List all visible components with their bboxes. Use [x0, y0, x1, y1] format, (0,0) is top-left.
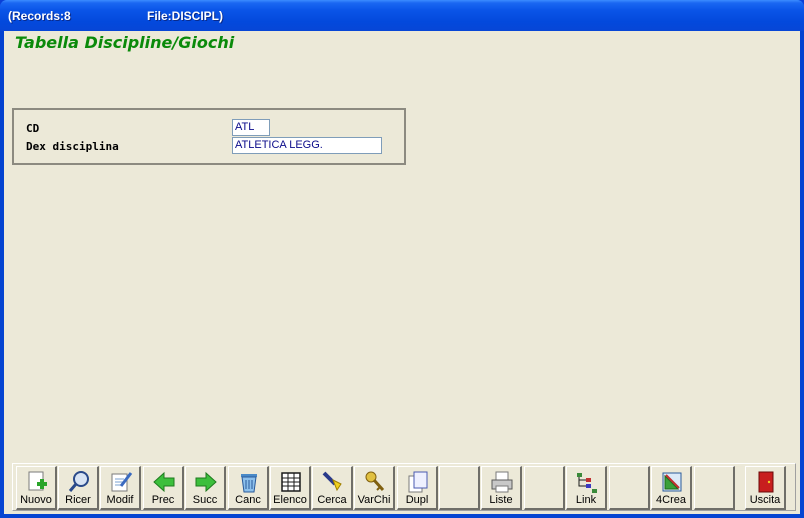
table-icon [281, 472, 301, 492]
arrow-left-icon [153, 471, 175, 493]
nuovo-button[interactable]: Nuovo [16, 466, 57, 510]
dupl-button[interactable]: Dupl [397, 466, 438, 510]
toolbar: Nuovo Ricer Modif Prec Succ Canc Elenco … [12, 463, 796, 511]
tools-icon [662, 472, 682, 492]
ricer-button[interactable]: Ricer [58, 466, 99, 510]
title-bar[interactable]: (Records:8 File:DISCIPL) [0, 0, 804, 31]
prec-label: Prec [151, 494, 175, 506]
printer-icon [491, 471, 513, 493]
trash-icon [241, 474, 257, 493]
empty-button-1[interactable] [439, 466, 480, 510]
prec-button[interactable]: Prec [143, 466, 184, 510]
link-label: Link [575, 494, 597, 506]
cd-field[interactable]: ATL [232, 119, 270, 136]
uscita-button[interactable]: Uscita [745, 466, 786, 510]
4crea-button[interactable]: 4Crea [651, 466, 692, 510]
file-name: File:DISCIPL) [147, 9, 224, 23]
4crea-label: 4Crea [656, 494, 686, 506]
dex-disciplina-label: Dex disciplina [26, 140, 119, 153]
app-window: (Records:8 File:DISCIPL) Tabella Discipl… [0, 0, 804, 518]
cerca-label: Cerca [317, 494, 347, 506]
empty-button-4[interactable] [694, 466, 735, 510]
new-doc-icon [28, 471, 47, 491]
canc-label: Canc [235, 494, 261, 506]
succ-label: Succ [192, 494, 218, 506]
elenco-button[interactable]: Elenco [270, 466, 311, 510]
duplicate-icon [408, 471, 428, 493]
cd-label: CD [26, 122, 40, 135]
client-area: Tabella Discipline/Giochi CD ATL Dex dis… [4, 31, 800, 514]
cerca-button[interactable]: Cerca [312, 466, 353, 510]
varchi-label: VarChi [357, 494, 391, 506]
nuovo-label: Nuovo [20, 494, 52, 506]
edit-doc-icon [111, 472, 133, 492]
record-group: CD ATL Dex disciplina ATLETICA LEGG. [12, 108, 406, 165]
liste-label: Liste [489, 494, 513, 506]
tree-icon [577, 473, 597, 493]
liste-button[interactable]: Liste [481, 466, 522, 510]
empty-button-2[interactable] [524, 466, 565, 510]
dupl-label: Dupl [405, 494, 429, 506]
succ-button[interactable]: Succ [185, 466, 226, 510]
ricer-label: Ricer [65, 494, 91, 506]
keys-icon [365, 471, 385, 492]
canc-button[interactable]: Canc [228, 466, 269, 510]
arrow-right-icon [195, 471, 217, 493]
flashlight-icon [322, 471, 342, 492]
search-icon [68, 471, 89, 492]
link-button[interactable]: Link [566, 466, 607, 510]
exit-door-icon [758, 471, 774, 493]
page-title: Tabella Discipline/Giochi [15, 33, 235, 52]
elenco-label: Elenco [273, 494, 307, 506]
varchi-button[interactable]: VarChi [354, 466, 395, 510]
uscita-label: Uscita [749, 494, 781, 506]
modif-label: Modif [106, 494, 134, 506]
modif-button[interactable]: Modif [100, 466, 141, 510]
records-count: (Records:8 [8, 9, 71, 23]
dex-disciplina-field[interactable]: ATLETICA LEGG. [232, 137, 382, 154]
empty-button-3[interactable] [609, 466, 650, 510]
